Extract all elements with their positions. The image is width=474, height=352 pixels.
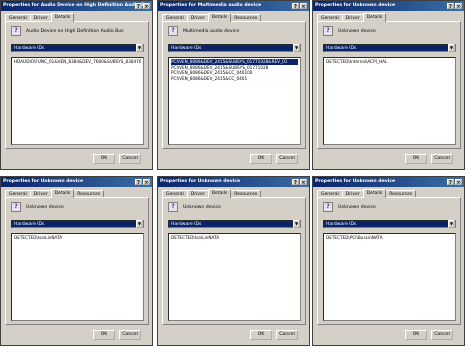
list-item[interactable]: DETECTED\Isa\LinNATA [171,235,298,241]
value-list[interactable]: DETECTED\Isa\LinNATA [11,233,144,321]
property-select[interactable]: Hardware IDs [168,220,301,228]
tab-strip: General Driver Details Resources [5,189,105,198]
tab-strip: General Driver Details Resources [162,13,262,22]
close-button[interactable]: × [143,2,150,10]
chevron-down-icon[interactable]: ▼ [448,220,455,228]
chevron-down-icon[interactable]: ▼ [448,44,455,52]
close-button[interactable]: × [455,178,462,186]
value-list[interactable]: PCI\VEN_8086&DEV_2415&SUBSYS_01771028&RE… [168,57,301,145]
details-panel: ? Audio Device on High Definition Audio B… [5,21,149,149]
ok-button[interactable]: OK [250,330,272,340]
tab-details[interactable]: Details [207,13,232,22]
help-button[interactable]: ? [135,178,142,186]
tab-details[interactable]: Details [207,189,232,198]
properties-dialog: Properties for Multimedia audio device? ×… [157,0,310,170]
ok-button[interactable]: OK [93,330,115,340]
value-list[interactable]: DETECTED\Isa\LinNATA [168,233,301,321]
properties-dialog: Properties for Audio Device on High Defi… [0,0,153,170]
chevron-down-icon[interactable]: ▼ [136,44,143,52]
title-bar: Properties for Unknown device? × [158,177,309,187]
dialog-title: Properties for Unknown device [160,179,241,184]
list-item[interactable]: DETECTED\Isa\LinNATA [14,235,141,241]
help-button[interactable]: ? [292,178,299,186]
cancel-button[interactable]: Cancel [119,330,141,340]
device-name: Unknown device [338,29,376,34]
ok-button[interactable]: OK [405,154,427,164]
device-icon: ? [168,202,178,212]
properties-dialog: Properties for Unknown device? × General Dr… [312,176,465,346]
properties-dialog: Properties for Unknown device? × General Dr… [312,0,465,170]
details-panel: ? Unknown device Hardware IDs ▼ DETECTED\Int… [317,21,461,149]
title-bar: Properties for Unknown device? × [313,1,464,11]
tab-details[interactable]: Details [50,13,75,22]
details-panel: ? Unknown device Hardware IDs ▼ DETECTED\Isa… [162,197,306,325]
tab-details[interactable]: Details [362,13,387,22]
tab-strip: General Driver Details Resources [162,189,262,198]
title-bar: Properties for Unknown device? × [313,177,464,187]
cancel-button[interactable]: Cancel [276,154,298,164]
cancel-button[interactable]: Cancel [276,330,298,340]
dialog-title: Properties for Unknown device [315,179,396,184]
ok-button[interactable]: OK [405,330,427,340]
dialog-title: Properties for Audio Device on High Defi… [3,3,151,8]
tab-details[interactable]: Details [362,189,387,198]
help-button[interactable]: ? [292,2,299,10]
value-list[interactable]: DETECTED\Internal\ACPI_HAL [323,57,456,145]
device-name: Unknown device [26,205,64,210]
device-name: Audio Device on High Definition Audio Bu… [26,29,124,34]
device-name: Unknown device [338,205,376,210]
ok-button[interactable]: OK [93,154,115,164]
properties-dialog: Properties for Unknown device? × General Dr… [0,176,153,346]
dialog-title: Properties for Multimedia audio device [160,3,262,8]
title-bar: Properties for Audio Device on High Defi… [1,1,152,11]
details-panel: ? Unknown device Hardware IDs ▼ DETECTED\Isa… [5,197,149,325]
dialog-title: Properties for Unknown device [3,179,84,184]
cancel-button[interactable]: Cancel [431,330,453,340]
device-icon: ? [323,26,333,36]
close-button[interactable]: × [143,178,150,186]
property-select[interactable]: Hardware IDs [11,220,144,228]
device-icon: ? [323,202,333,212]
tab-details[interactable]: Details [50,189,75,198]
list-item[interactable]: DETECTED\Internal\ACPI_HAL [326,59,453,65]
details-panel: ? Unknown device Hardware IDs ▼ DETECTED\PCI… [317,197,461,325]
list-item[interactable]: HDAUDIO\FUNC_01&VEN_8384&DEV_7680&SUBSYS… [14,59,141,65]
close-button[interactable]: × [300,2,307,10]
help-button[interactable]: ? [447,2,454,10]
chevron-down-icon[interactable]: ▼ [293,44,300,52]
title-bar: Properties for Multimedia audio device? × [158,1,309,11]
cancel-button[interactable]: Cancel [431,154,453,164]
device-icon: ? [11,202,21,212]
property-select[interactable]: Hardware IDs [323,44,456,52]
property-select[interactable]: Hardware IDs [11,44,144,52]
device-icon: ? [168,26,178,36]
list-item[interactable]: DETECTED\PCI\BusLinNATA [326,235,453,241]
device-icon: ? [11,26,21,36]
ok-button[interactable]: OK [250,154,272,164]
tab-strip: General Driver Details [5,13,75,22]
value-list[interactable]: DETECTED\PCI\BusLinNATA [323,233,456,321]
title-bar: Properties for Unknown device? × [1,177,152,187]
tab-strip: General Driver Details Resources [317,189,417,198]
chevron-down-icon[interactable]: ▼ [136,220,143,228]
chevron-down-icon[interactable]: ▼ [293,220,300,228]
list-item[interactable]: PCI\VEN_8086&DEV_2415&SUBSYS_01771028&RE… [171,59,298,65]
help-button[interactable]: ? [135,2,142,10]
cancel-button[interactable]: Cancel [119,154,141,164]
close-button[interactable]: × [300,178,307,186]
details-panel: ? Multimedia audio device Hardware IDs ▼ PCI… [162,21,306,149]
property-select[interactable]: Hardware IDs [168,44,301,52]
device-name: Multimedia audio device [183,29,240,34]
value-list[interactable]: HDAUDIO\FUNC_01&VEN_8384&DEV_7680&SUBSYS… [11,57,144,145]
properties-dialog: Properties for Unknown device? × General Dr… [157,176,310,346]
list-item[interactable]: PCI\VEN_8086&DEV_2415&CC_0401 [171,76,298,82]
property-select[interactable]: Hardware IDs [323,220,456,228]
tab-strip: General Driver Details [317,13,387,22]
help-button[interactable]: ? [447,178,454,186]
dialog-title: Properties for Unknown device [315,3,396,8]
close-button[interactable]: × [455,2,462,10]
device-name: Unknown device [183,205,221,210]
